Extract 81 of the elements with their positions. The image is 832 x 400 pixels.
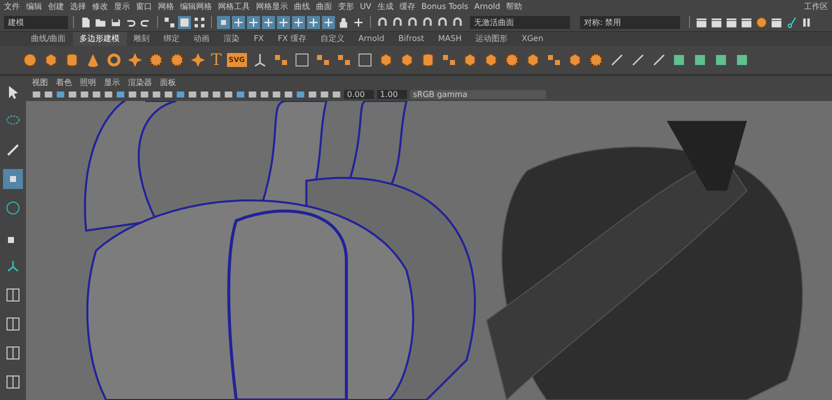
shelf-tab[interactable]: MASH (431, 32, 469, 46)
menu-item[interactable]: 网格工具 (218, 1, 250, 12)
magnet-icon[interactable] (406, 16, 419, 28)
color-space-dropdown[interactable]: sRGB gamma (410, 90, 546, 99)
cylinder-icon[interactable] (64, 52, 80, 68)
clapper-icon[interactable] (695, 16, 708, 28)
menu-item[interactable]: 帮助 (506, 1, 522, 12)
cone-icon[interactable] (85, 52, 101, 68)
shelf-tab[interactable]: 绑定 (156, 32, 187, 46)
clapper-icon[interactable] (770, 16, 783, 28)
menu-item[interactable]: 曲面 (316, 1, 332, 12)
menu-item[interactable]: Bonus Tools (421, 2, 468, 11)
symmetry-field[interactable]: 对称: 禁用 (580, 16, 680, 28)
clapper-icon[interactable] (710, 16, 723, 28)
workspace-label[interactable]: 工作区 (804, 1, 828, 12)
panel-menu-item[interactable]: 照明 (80, 76, 96, 88)
cylinder-icon[interactable] (420, 52, 436, 68)
move-icon[interactable] (217, 16, 230, 28)
magnet-icon[interactable] (436, 16, 449, 28)
magnet-icon[interactable] (376, 16, 389, 28)
pen-icon[interactable] (630, 52, 646, 68)
menu-item[interactable]: 变形 (338, 1, 354, 12)
cube-icon[interactable] (524, 52, 541, 68)
shelf-tab[interactable]: Arnold (351, 32, 392, 46)
pen-icon[interactable] (650, 52, 667, 68)
menu-item[interactable]: 生成 (377, 1, 394, 12)
lock-icon[interactable] (337, 16, 350, 28)
menu-item[interactable]: 选择 (70, 1, 86, 12)
gear-icon[interactable] (504, 52, 520, 68)
component-icon[interactable] (193, 16, 206, 28)
menu-item[interactable]: 文件 (4, 1, 20, 12)
gamma-field[interactable]: 1.00 (377, 90, 407, 99)
magnet-icon[interactable] (391, 16, 404, 28)
magnet-icon[interactable] (451, 16, 464, 28)
shelf-tab[interactable]: 雕刻 (126, 32, 157, 46)
magnet-icon[interactable] (421, 16, 434, 28)
pen-icon[interactable] (608, 52, 625, 68)
panel-menu-item[interactable]: 面板 (160, 76, 176, 88)
torus-icon[interactable] (106, 52, 122, 68)
shelf-tab[interactable]: 运动图形 (468, 32, 515, 46)
menu-item[interactable]: 修改 (92, 1, 108, 12)
menu-item[interactable]: 网格显示 (256, 1, 288, 12)
menu-item[interactable]: 显示 (114, 1, 130, 12)
clapper-icon[interactable] (725, 16, 738, 28)
exposure-field[interactable]: 0.00 (344, 90, 374, 99)
panel-menu-item[interactable]: 视图 (32, 76, 48, 88)
menu-item[interactable]: 窗口 (136, 1, 152, 12)
menu-item[interactable]: 创建 (48, 1, 64, 12)
panel-menu-item[interactable]: 显示 (104, 76, 120, 88)
sphere-icon[interactable] (755, 16, 768, 28)
shelf-tab[interactable]: FX 缓存 (270, 32, 314, 46)
clapper-icon[interactable] (740, 16, 753, 28)
panel-menu-item[interactable]: 着色 (56, 76, 72, 88)
object-icon[interactable] (178, 16, 191, 28)
gear-icon[interactable] (169, 52, 185, 68)
shelf-tab[interactable]: FX (246, 32, 271, 46)
shelf-tab[interactable]: 曲线/曲面 (24, 32, 73, 46)
menu-item[interactable]: 缓存 (399, 1, 416, 12)
shelf-tab[interactable]: 渲染 (216, 32, 247, 46)
shelf-tab[interactable]: Bifrost (391, 32, 432, 46)
menu-item[interactable]: 编辑网格 (180, 1, 212, 12)
star-icon[interactable] (190, 52, 206, 68)
menu-item[interactable]: 编辑 (26, 1, 42, 12)
cube-icon[interactable] (43, 52, 59, 68)
live-surface-field[interactable]: 无激活曲面 (470, 16, 570, 28)
shelf-tab[interactable]: XGen (514, 32, 550, 46)
shelf-tab[interactable]: 动画 (186, 32, 217, 46)
menu-item[interactable]: 网格 (158, 1, 174, 12)
sphere-icon[interactable] (22, 52, 38, 68)
menu-item[interactable]: Arnold (474, 2, 500, 11)
cube-icon[interactable] (462, 52, 478, 68)
menu-item[interactable]: UV (360, 2, 372, 11)
scissors-icon[interactable] (785, 16, 798, 28)
shelf-tab[interactable]: 自定义 (313, 32, 352, 46)
panel-menu-item[interactable]: 渲染器 (128, 76, 152, 88)
text-tool-button[interactable]: T (211, 52, 222, 68)
save-icon[interactable] (109, 16, 122, 28)
mode-dropdown[interactable]: 建模 (4, 16, 68, 28)
menu-item[interactable]: 曲线 (294, 1, 310, 12)
gear-icon[interactable] (588, 52, 604, 68)
shelf-tab[interactable]: 多边形建模 (72, 32, 127, 46)
